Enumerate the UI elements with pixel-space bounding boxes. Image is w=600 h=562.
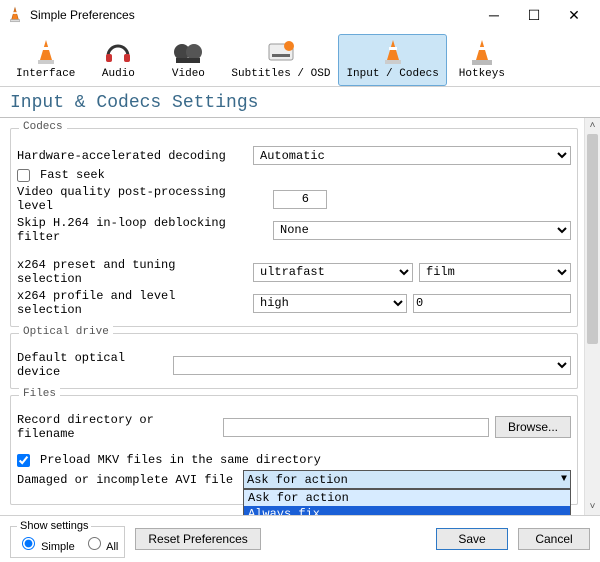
maximize-button[interactable]: ☐ (514, 0, 554, 30)
film-icon (172, 38, 204, 68)
tab-label: Audio (102, 68, 135, 80)
avi-combo[interactable]: Ask for action ▼ (243, 470, 571, 489)
vertical-scrollbar[interactable]: ˄ ˅ (584, 118, 600, 515)
x264-tune-select[interactable]: film (419, 263, 571, 282)
scroll-down-icon[interactable]: ˅ (585, 499, 600, 515)
preload-mkv-checkbox[interactable] (17, 454, 30, 467)
show-settings-group: Show settings Simple All (10, 520, 125, 558)
avi-option[interactable]: Always fix (244, 506, 570, 516)
x264-preset-label: x264 preset and tuning selection (17, 258, 247, 286)
optical-default-select[interactable] (173, 356, 571, 375)
radio-all[interactable] (88, 537, 101, 550)
vq-label: Video quality post-processing level (17, 185, 267, 213)
vq-spinner[interactable] (273, 190, 327, 209)
browse-button[interactable]: Browse... (495, 416, 571, 438)
window-title: Simple Preferences (30, 8, 474, 22)
scrollbar-thumb[interactable] (587, 134, 598, 344)
close-button[interactable]: ✕ (554, 0, 594, 30)
preload-mkv-label: Preload MKV files in the same directory (40, 453, 321, 467)
tab-audio[interactable]: Audio (83, 34, 153, 86)
app-icon (6, 6, 24, 24)
x264-preset-select[interactable]: ultrafast (253, 263, 413, 282)
reset-button[interactable]: Reset Preferences (135, 528, 260, 550)
minimize-button[interactable]: ─ (474, 0, 514, 30)
x264-profile-label: x264 profile and level selection (17, 289, 247, 317)
group-files: Files Record directory or filename Brows… (10, 395, 578, 505)
avi-dropdown-list[interactable]: Ask for action Always fix Never fix Fix … (243, 489, 571, 516)
record-dir-input[interactable] (223, 418, 489, 437)
page-heading: Input & Codecs Settings (0, 87, 600, 118)
interface-icon (30, 38, 62, 68)
cancel-button[interactable]: Cancel (518, 528, 590, 550)
settings-scroll-area: Codecs Hardware-accelerated decoding Aut… (0, 118, 600, 516)
show-settings-label: Show settings (17, 520, 91, 532)
group-label: Codecs (19, 121, 67, 133)
subtitles-icon (265, 38, 297, 68)
group-optical: Optical drive Default optical device (10, 333, 578, 389)
fast-seek-checkbox[interactable] (17, 169, 30, 182)
group-codecs: Codecs Hardware-accelerated decoding Aut… (10, 128, 578, 327)
tab-input-codecs[interactable]: Input / Codecs (338, 34, 446, 86)
record-dir-label: Record directory or filename (17, 413, 217, 441)
cone-icon (377, 38, 409, 68)
tab-label: Interface (16, 68, 75, 80)
tab-interface[interactable]: Interface (8, 34, 83, 86)
avi-label: Damaged or incomplete AVI file (17, 473, 237, 487)
radio-all-label[interactable]: All (83, 534, 119, 553)
optical-default-label: Default optical device (17, 351, 167, 379)
skip264-label: Skip H.264 in-loop deblocking filter (17, 216, 267, 244)
title-bar: Simple Preferences ─ ☐ ✕ (0, 0, 600, 30)
tab-hotkeys[interactable]: Hotkeys (447, 34, 517, 86)
group-label: Files (19, 388, 60, 400)
tab-label: Video (172, 68, 205, 80)
save-button[interactable]: Save (436, 528, 508, 550)
radio-simple[interactable] (22, 537, 35, 550)
x264-profile-select[interactable]: high (253, 294, 407, 313)
footer: Show settings Simple All Reset Preferenc… (0, 516, 600, 562)
tab-label: Input / Codecs (346, 68, 438, 80)
hotkeys-icon (466, 38, 498, 68)
x264-level-input[interactable] (413, 294, 571, 313)
tab-video[interactable]: Video (153, 34, 223, 86)
skip264-select[interactable]: None (273, 221, 571, 240)
hw-decoding-label: Hardware-accelerated decoding (17, 149, 247, 163)
radio-simple-label[interactable]: Simple (17, 534, 75, 553)
fast-seek-label: Fast seek (40, 168, 105, 182)
tab-label: Subtitles / OSD (231, 68, 330, 80)
category-toolbar: Interface Audio Video Subtitles / OSD In… (0, 30, 600, 87)
headphones-icon (102, 38, 134, 68)
tab-label: Hotkeys (459, 68, 505, 80)
tab-subtitles[interactable]: Subtitles / OSD (223, 34, 338, 86)
hw-decoding-select[interactable]: Automatic (253, 146, 571, 165)
chevron-down-icon: ▼ (561, 474, 567, 485)
group-label: Optical drive (19, 326, 113, 338)
scroll-up-icon[interactable]: ˄ (585, 118, 600, 134)
avi-option[interactable]: Ask for action (244, 490, 570, 506)
